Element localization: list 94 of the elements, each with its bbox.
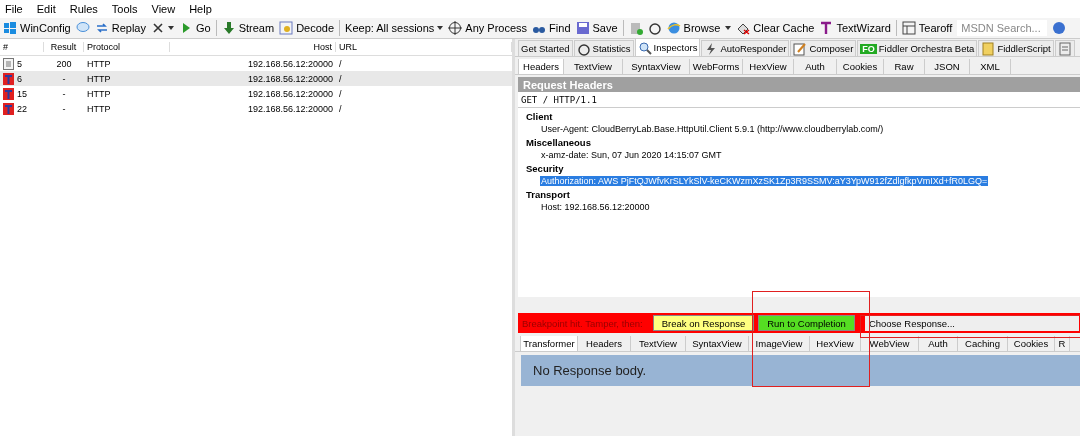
- table-cell: 22: [17, 103, 27, 114]
- menu-item[interactable]: File: [5, 3, 23, 15]
- search-field[interactable]: MSDN Search...: [957, 20, 1048, 36]
- table-cell-text: /: [338, 88, 343, 99]
- table-cell-text: 200: [55, 58, 73, 69]
- keep-dropdown[interactable]: Keep: All sessions: [345, 22, 435, 34]
- inspector-tab[interactable]: AutoResponder: [701, 40, 790, 56]
- table-cell: 5: [17, 58, 22, 69]
- inspector-tab[interactable]: Composer: [790, 40, 857, 56]
- floppy-icon: [575, 21, 590, 35]
- session-row[interactable]: 6 - HTTP 192.168.56.12:20000 /: [0, 71, 512, 86]
- table-cell-text: /: [338, 73, 343, 84]
- toolbar-button[interactable]: Save: [575, 21, 618, 35]
- letter-t-icon: [819, 21, 834, 35]
- close-icon: [151, 21, 165, 35]
- table-cell-text: 192.168.56.12:20000: [246, 58, 334, 69]
- table-cell-text: -: [61, 73, 67, 84]
- crosshair-icon: [448, 21, 463, 35]
- table-cell: 15: [17, 88, 27, 99]
- toolbar-button[interactable]: Decode: [279, 21, 335, 35]
- column-header[interactable]: Result: [44, 42, 84, 52]
- table-cell-text: HTTP: [86, 58, 112, 69]
- globe-icon: [666, 21, 681, 35]
- table-cell-text: -: [61, 103, 67, 114]
- window-icon: [901, 21, 916, 35]
- toolbar-button[interactable]: Go: [179, 21, 211, 35]
- response-body: No Response body.: [521, 355, 1080, 386]
- table-cell-text: /: [338, 103, 343, 114]
- header-entry[interactable]: User-Agent: CloudBerryLab.Base.HttpUtil.Client 5.9.1 (http://www.cloudberrylab.com/): [540, 124, 885, 134]
- toolbar-button[interactable]: Stream: [221, 21, 275, 35]
- header-entry[interactable]: Authorization: AWS PjFtQJWfvKrSLYkSlV-keCKWzmXzSK1Zp3R9SSMV:aY3YpW912fZdlgfkpVmIXd+fR0LGQ=: [540, 176, 989, 186]
- view-tab[interactable]: Transformer: [520, 336, 578, 351]
- breakpoint-icon: [3, 102, 14, 115]
- table-cell-text: HTTP: [86, 73, 112, 84]
- column-header[interactable]: URL: [336, 42, 512, 52]
- document-icon: [1057, 41, 1072, 56]
- inspector-tab[interactable]: Inspectors: [634, 39, 701, 56]
- toolbar-button[interactable]: Browse: [666, 21, 721, 35]
- caret-icon[interactable]: [437, 26, 444, 30]
- menu-item[interactable]: View: [151, 3, 176, 15]
- section-title: Request Headers: [518, 77, 1080, 92]
- magnifier-icon: [637, 40, 652, 55]
- breakpoint-message: Breakpoint hit. Tamper, then:: [522, 317, 643, 329]
- table-cell-text: 192.168.56.12:20000: [246, 73, 334, 84]
- breakpoint-icon: [3, 87, 14, 100]
- table-cell-text: -: [61, 88, 67, 99]
- menu-item[interactable]: Help: [189, 3, 212, 15]
- column-header[interactable]: Protocol: [84, 42, 170, 52]
- view-tab[interactable]: Headers: [518, 59, 564, 74]
- table-cell: 6: [17, 73, 22, 84]
- table-cell-text: /: [338, 58, 343, 69]
- header-entry[interactable]: x-amz-date: Sun, 07 Jun 2020 14:15:07 GMT: [540, 150, 723, 160]
- menu-item[interactable]: Edit: [36, 3, 56, 15]
- breakpoint-button[interactable]: Break on Response: [652, 315, 755, 331]
- inspector-tab[interactable]: Get Started: [518, 40, 573, 56]
- pencil-note-icon: [793, 41, 808, 56]
- request-line: GET / HTTP/1.1: [518, 92, 1080, 108]
- header-group[interactable]: Security: [518, 160, 1080, 174]
- table-cell-text: 192.168.56.12:20000: [246, 103, 334, 114]
- header-group[interactable]: Miscellaneous: [518, 134, 1080, 148]
- view-tab[interactable]: WebForms: [690, 59, 743, 74]
- table-cell-text: 192.168.56.12:20000: [246, 88, 334, 99]
- toolbar-button[interactable]: Clear Cache: [736, 21, 815, 35]
- toolbar-button[interactable]: TextWizard: [819, 21, 891, 35]
- inspector-tab[interactable]: FiddlerScript: [978, 40, 1054, 56]
- caret-icon[interactable]: [725, 26, 732, 30]
- breakpoint-button[interactable]: Run to Completion: [758, 315, 855, 331]
- session-row[interactable]: 5 200 HTTP 192.168.56.12:20000 /: [0, 56, 512, 71]
- caret-icon[interactable]: [168, 26, 174, 30]
- toolbar-button[interactable]: Any Process: [448, 21, 528, 35]
- tab-badge: FO: [860, 43, 877, 54]
- toolbar-button[interactable]: WinConfig: [3, 21, 71, 35]
- toolbar-button[interactable]: Find: [532, 21, 571, 35]
- document-icon: [3, 57, 14, 70]
- toolbar-button[interactable]: Replay: [94, 21, 146, 35]
- down-arrow-icon: [221, 21, 236, 35]
- eraser-icon: [736, 21, 751, 35]
- menu-item[interactable]: Rules: [69, 3, 98, 15]
- column-header[interactable]: #: [0, 42, 44, 52]
- header-entry[interactable]: Host: 192.168.56.12:20000: [540, 202, 651, 212]
- header-group[interactable]: Transport: [518, 186, 1080, 200]
- windows-icon: [3, 21, 17, 35]
- breakpoint-icon: [3, 72, 14, 85]
- inspector-tab[interactable]: Statistics: [573, 40, 634, 56]
- session-row[interactable]: 15 - HTTP 192.168.56.12:20000 /: [0, 86, 512, 101]
- table-cell-text: HTTP: [86, 103, 112, 114]
- header-group[interactable]: Client: [518, 108, 1080, 122]
- table-cell-text: HTTP: [86, 88, 112, 99]
- column-header[interactable]: Host: [170, 42, 336, 52]
- menu-item[interactable]: Tools: [111, 3, 138, 15]
- inspector-tab[interactable]: FO Fiddler Orchestra Beta: [857, 40, 978, 56]
- arrows-icon: [94, 21, 109, 35]
- toolbar-button[interactable]: Tearoff: [901, 21, 953, 35]
- session-row[interactable]: 22 - HTTP 192.168.56.12:20000 /: [0, 101, 512, 116]
